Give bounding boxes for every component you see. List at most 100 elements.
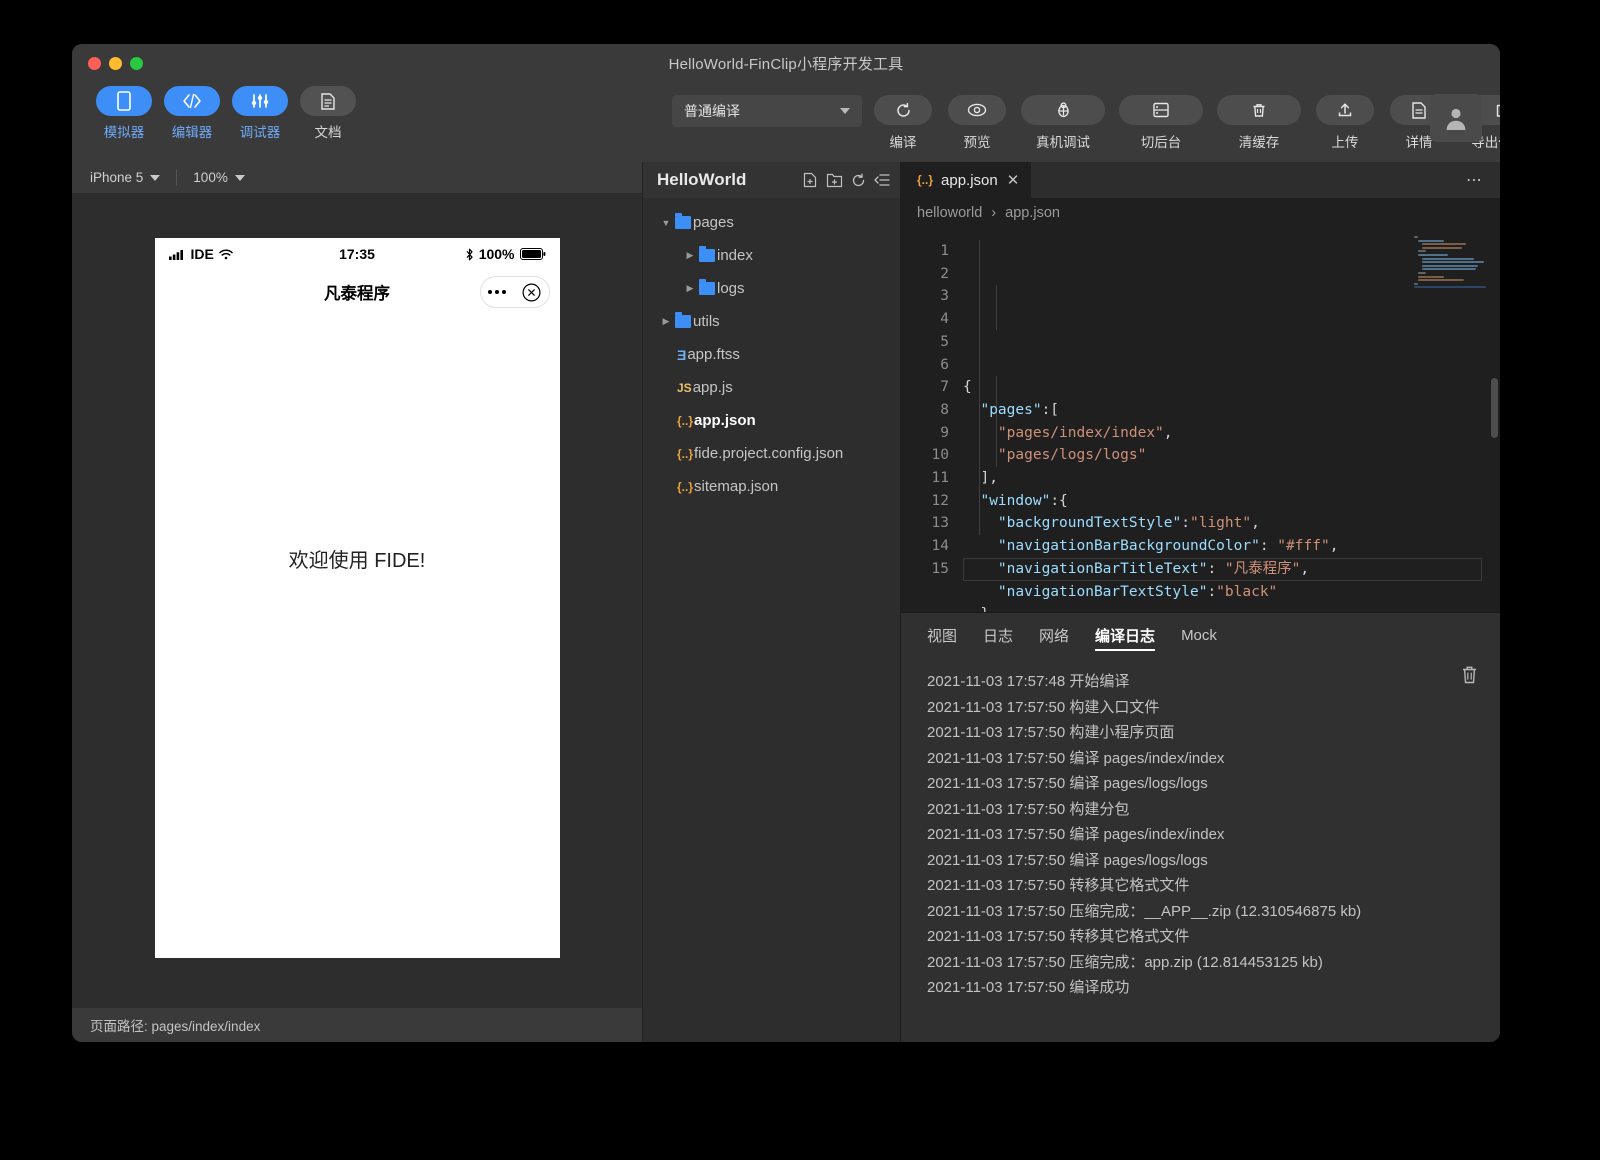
file-tree-panel: HelloWorld ▼ pages ▶ index ▶ logs ▶ util…: [642, 162, 900, 1042]
console-log-list: 2021-11-03 17:57:48 开始编译 2021-11-03 17:57…: [901, 657, 1500, 1042]
compile-mode-select[interactable]: 普通编译: [672, 95, 862, 127]
console-tab-network[interactable]: 网络: [1039, 613, 1069, 657]
editor-toggle-button[interactable]: 编辑器: [164, 86, 220, 141]
preview-label: 预览: [963, 135, 991, 150]
line-number: 4: [940, 311, 949, 328]
new-folder-icon[interactable]: [826, 173, 843, 188]
code-line[interactable]: "navigationBarTextStyle":"black": [963, 581, 1500, 604]
line-number: 8: [940, 401, 949, 418]
code-line[interactable]: "window":{: [963, 490, 1500, 513]
code-line[interactable]: "navigationBarBackgroundColor": "#fff",: [963, 535, 1500, 558]
debugger-toggle-button[interactable]: 调试器: [232, 86, 288, 141]
compile-button[interactable]: 编译: [872, 95, 934, 151]
ftss-file-icon: Ǝ: [677, 346, 687, 363]
tree-node-sitemap-json[interactable]: {..} sitemap.json: [643, 470, 900, 503]
js-file-icon: JS: [677, 380, 692, 395]
breadcrumb-separator: ›: [991, 205, 997, 221]
chevron-down-icon[interactable]: ▼: [657, 218, 675, 228]
tree-node-index[interactable]: ▶ index: [643, 239, 900, 272]
console-tab-view[interactable]: 视图: [927, 613, 957, 657]
docs-button[interactable]: 文档: [300, 86, 356, 141]
console-log-line: 2021-11-03 17:57:50 压缩完成：app.zip (12.814…: [927, 953, 1323, 971]
line-number-gutter: 1 2 3 4 5 6 7 8 9 10 11 12 13 14 15: [901, 228, 963, 612]
code-line[interactable]: {: [963, 376, 1500, 399]
sliders-icon: [232, 86, 288, 116]
upload-label: 上传: [1331, 135, 1359, 150]
line-number: 3: [940, 288, 949, 305]
device-debug-label: 真机调试: [1036, 135, 1090, 150]
close-icon[interactable]: ✕: [1005, 171, 1020, 189]
code-editor[interactable]: 1 2 3 4 5 6 7 8 9 10 11 12 13 14 15 { "pages":[ "pages…: [901, 228, 1500, 612]
tree-node-app-ftss[interactable]: Ǝ app.ftss: [643, 338, 900, 371]
device-debug-button[interactable]: 真机调试: [1020, 95, 1106, 151]
code-line[interactable]: },: [963, 603, 1500, 612]
chevron-right-icon[interactable]: ▶: [681, 283, 699, 294]
user-account-button[interactable]: [1430, 94, 1482, 142]
code-line[interactable]: "pages":[: [963, 399, 1500, 422]
editor-more-icon[interactable]: ⋯: [1466, 162, 1500, 198]
simulator-toggle-button[interactable]: 模拟器: [96, 86, 152, 141]
zoom-select[interactable]: 100%: [177, 170, 261, 185]
console-tab-log[interactable]: 日志: [983, 613, 1013, 657]
app-window: HelloWorld-FinClip小程序开发工具 模拟器 编辑器 调试器 文档…: [72, 44, 1500, 1042]
code-line[interactable]: "pages/logs/logs": [963, 444, 1500, 467]
line-number: 7: [940, 379, 949, 396]
preview-button[interactable]: 预览: [946, 95, 1008, 151]
folder-icon: [699, 279, 715, 295]
editor-tab-app-json[interactable]: {..} app.json ✕: [901, 162, 1032, 198]
breadcrumb-item-project[interactable]: helloworld: [917, 205, 982, 221]
chevron-down-icon: [150, 174, 161, 181]
document-icon: [300, 86, 356, 116]
indent-guide: [996, 285, 997, 330]
device-select-value: iPhone 5: [90, 170, 144, 185]
code-minimap[interactable]: [1414, 236, 1486, 289]
tree-node-app-json[interactable]: {..} app.json: [643, 404, 900, 437]
chevron-down-icon: [234, 174, 245, 181]
console-log-line: 2021-11-03 17:57:50 编译成功: [927, 979, 1130, 996]
line-number: 2: [940, 265, 949, 282]
tree-node-logs[interactable]: ▶ logs: [643, 272, 900, 305]
breadcrumb-item-file[interactable]: app.json: [1005, 205, 1060, 221]
capsule-menu[interactable]: [479, 276, 550, 308]
code-icon: [164, 86, 220, 116]
tree-node-utils[interactable]: ▶ utils: [643, 305, 900, 338]
chevron-right-icon[interactable]: ▶: [657, 316, 675, 327]
user-avatar-icon: [1446, 108, 1466, 130]
device-select[interactable]: iPhone 5: [90, 170, 176, 185]
line-number: 11: [931, 470, 949, 487]
console-log-line: 2021-11-03 17:57:50 编译 pages/logs/logs: [927, 851, 1208, 869]
console-tab-compile-log[interactable]: 编译日志: [1095, 613, 1156, 657]
page-path-label: 页面路径: pages/index/index: [90, 1019, 261, 1034]
project-name: HelloWorld: [657, 170, 747, 189]
background-button[interactable]: 切后台: [1118, 95, 1204, 151]
line-number: 15: [931, 560, 949, 577]
new-file-icon[interactable]: [802, 172, 818, 188]
editor-tab-label: app.json: [941, 171, 998, 189]
console-tab-mock[interactable]: Mock: [1181, 613, 1217, 657]
json-file-icon: {..}: [677, 446, 694, 461]
chevron-right-icon[interactable]: ▶: [681, 250, 699, 261]
clear-cache-label: 清缓存: [1238, 135, 1280, 150]
console-tabs: 视图 日志 网络 编译日志 Mock: [901, 613, 1500, 657]
editor-toggle-label: 编辑器: [171, 125, 213, 140]
upload-button[interactable]: 上传: [1314, 95, 1376, 151]
code-line[interactable]: "pages/index/index",: [963, 422, 1500, 445]
code-line[interactable]: ],: [963, 467, 1500, 490]
console-log-line: 2021-11-03 17:57:50 编译 pages/logs/logs: [927, 775, 1208, 792]
eye-icon: [948, 95, 1006, 125]
editor-tabbar: {..} app.json ✕ ⋯: [901, 162, 1500, 198]
refresh-icon[interactable]: [851, 173, 866, 188]
clear-cache-button[interactable]: 清缓存: [1216, 95, 1302, 151]
tree-node-fide-project-config[interactable]: {..} fide.project.config.json: [643, 437, 900, 470]
zoom-select-value: 100%: [193, 170, 228, 185]
console-log-line: 2021-11-03 17:57:50 构建入口文件: [927, 698, 1160, 716]
battery-percent-label: 100%: [478, 246, 515, 262]
console-log-line: 2021-11-03 17:57:50 构建小程序页面: [927, 724, 1175, 741]
chevron-down-icon: [840, 108, 850, 114]
collapse-all-icon[interactable]: [874, 173, 890, 187]
code-line[interactable]: "backgroundTextStyle":"light",: [963, 512, 1500, 535]
tree-node-pages[interactable]: ▼ pages: [643, 206, 900, 239]
tree-node-app-js[interactable]: JS app.js: [643, 371, 900, 404]
clear-log-icon[interactable]: [1461, 665, 1478, 684]
code-line[interactable]: "navigationBarTitleText": "凡泰程序",: [963, 558, 1500, 581]
